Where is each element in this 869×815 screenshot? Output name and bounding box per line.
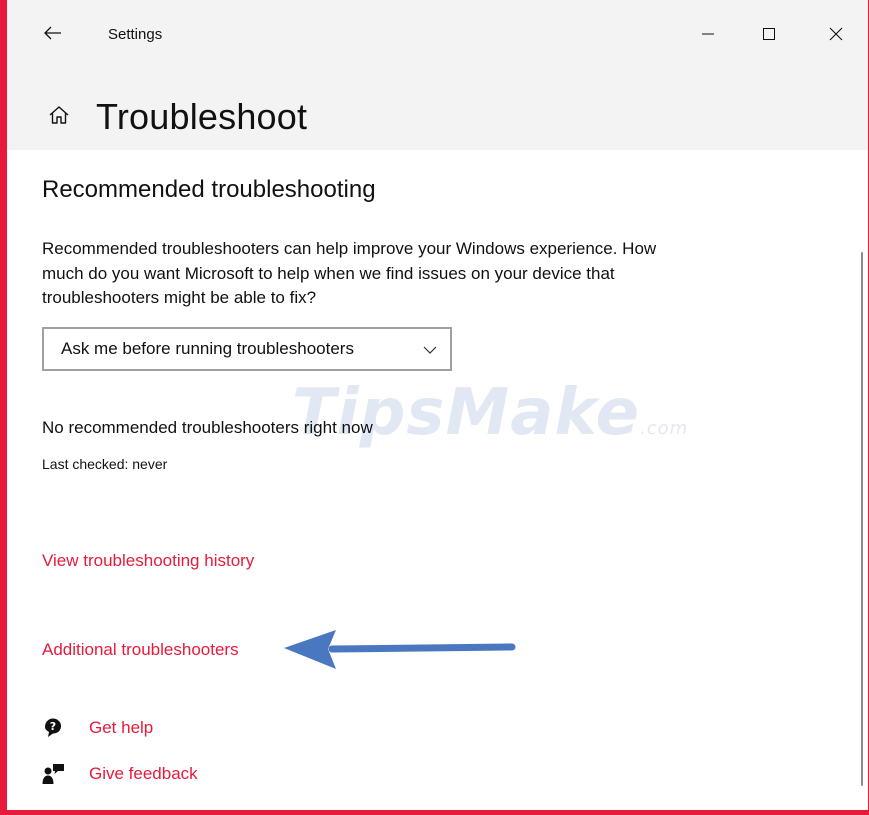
give-feedback-icon bbox=[42, 764, 64, 784]
get-help-link[interactable]: Get help bbox=[89, 718, 153, 738]
back-arrow-icon bbox=[44, 26, 61, 40]
minimize-button[interactable] bbox=[693, 20, 723, 48]
dropdown-selected-value: Ask me before running troubleshooters bbox=[61, 339, 354, 358]
maximize-icon bbox=[763, 28, 775, 40]
svg-text:?: ? bbox=[50, 720, 56, 733]
additional-troubleshooters-link[interactable]: Additional troubleshooters bbox=[42, 640, 239, 660]
window-title: Settings bbox=[108, 26, 163, 43]
minimize-icon bbox=[702, 33, 714, 35]
troubleshoot-preference-dropdown[interactable]: Ask me before running troubleshooters bbox=[42, 327, 452, 371]
page-title: Troubleshoot bbox=[96, 96, 308, 137]
view-history-link[interactable]: View troubleshooting history bbox=[42, 551, 254, 571]
chevron-down-icon bbox=[423, 346, 437, 354]
section-description: Recommended troubleshooters can help imp… bbox=[42, 239, 657, 307]
annotation-arrow bbox=[284, 630, 516, 669]
get-help-icon: ? bbox=[45, 718, 61, 737]
give-feedback-link[interactable]: Give feedback bbox=[89, 764, 198, 784]
close-button[interactable] bbox=[821, 20, 851, 48]
section-title: Recommended troubleshooting bbox=[42, 176, 376, 203]
maximize-button[interactable] bbox=[754, 20, 784, 48]
status-message: No recommended troubleshooters right now bbox=[42, 418, 373, 437]
home-icon bbox=[49, 106, 69, 124]
back-button[interactable] bbox=[42, 22, 64, 44]
close-icon bbox=[829, 27, 843, 41]
scrollbar[interactable] bbox=[861, 252, 863, 786]
last-checked-text: Last checked: never bbox=[42, 456, 168, 472]
